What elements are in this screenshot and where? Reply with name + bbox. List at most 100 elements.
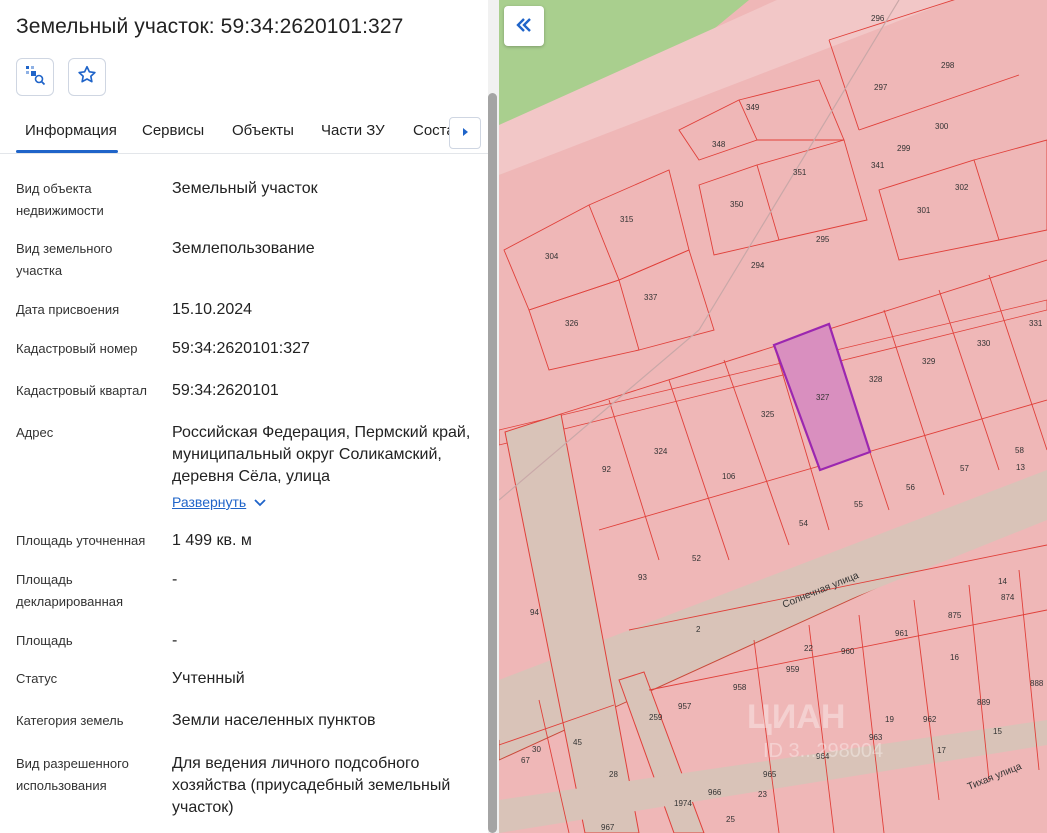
svg-text:874: 874 <box>1001 593 1015 602</box>
svg-text:888: 888 <box>1030 679 1044 688</box>
watermark-text: ЦИАН <box>747 698 845 736</box>
field-value: 15.10.2024 <box>172 301 253 318</box>
svg-text:300: 300 <box>935 122 949 131</box>
svg-text:67: 67 <box>521 756 530 765</box>
svg-text:326: 326 <box>565 319 579 328</box>
svg-text:30: 30 <box>532 745 541 754</box>
svg-text:295: 295 <box>816 235 830 244</box>
svg-text:296: 296 <box>871 14 885 23</box>
tab-parts[interactable]: Части ЗУ <box>321 122 385 139</box>
svg-text:22: 22 <box>804 644 813 653</box>
chevron-down-icon <box>254 494 266 510</box>
svg-text:337: 337 <box>644 293 658 302</box>
svg-text:297: 297 <box>874 83 888 92</box>
svg-text:299: 299 <box>897 144 911 153</box>
svg-text:965: 965 <box>763 770 777 779</box>
map-search-icon <box>23 63 47 92</box>
info-panel: Земельный участок: 59:34:2620101:327 Инф… <box>0 0 488 833</box>
svg-text:302: 302 <box>955 183 969 192</box>
field-label: Дата присвоения <box>16 302 120 317</box>
field-value: Земли населенных пунктов <box>172 712 376 729</box>
page-title: Земельный участок: 59:34:2620101:327 <box>16 15 404 38</box>
favorite-button[interactable] <box>68 58 106 96</box>
map-canvas[interactable]: 296298 297300 349348 351299 341302 30131… <box>499 0 1047 833</box>
cadastral-map[interactable]: 296 298 297 300 349 348 351 299 341 302 301 31… <box>499 0 1047 833</box>
svg-text:13: 13 <box>1016 463 1025 472</box>
svg-text:301: 301 <box>917 206 931 215</box>
svg-text:1974: 1974 <box>674 799 692 808</box>
svg-text:875: 875 <box>948 611 962 620</box>
svg-text:259: 259 <box>649 713 663 722</box>
svg-text:315: 315 <box>620 215 634 224</box>
field-value: Для ведения личного подсобного хозяйства… <box>172 755 451 816</box>
svg-text:350: 350 <box>730 200 744 209</box>
svg-text:966: 966 <box>708 788 722 797</box>
svg-text:55: 55 <box>854 500 863 509</box>
svg-text:16: 16 <box>950 653 959 662</box>
field-label: Площадь декларированная <box>16 572 124 609</box>
svg-text:92: 92 <box>602 465 611 474</box>
field-value: 1 499 кв. м <box>172 532 252 549</box>
field-label: Вид объекта недвижимости <box>16 181 104 218</box>
svg-text:889: 889 <box>977 698 991 707</box>
svg-text:960: 960 <box>841 647 855 656</box>
field-label: Статус <box>16 671 58 686</box>
svg-text:93: 93 <box>638 573 647 582</box>
field-value: - <box>172 571 178 588</box>
svg-text:325: 325 <box>761 410 775 419</box>
svg-text:19: 19 <box>885 715 894 724</box>
svg-text:17: 17 <box>937 746 946 755</box>
svg-text:959: 959 <box>786 665 800 674</box>
svg-text:341: 341 <box>871 161 885 170</box>
svg-text:15: 15 <box>993 727 1002 736</box>
tab-info[interactable]: Информация <box>25 122 117 139</box>
svg-text:45: 45 <box>573 738 582 747</box>
svg-text:348: 348 <box>712 140 726 149</box>
svg-text:52: 52 <box>692 554 701 563</box>
svg-text:106: 106 <box>722 472 736 481</box>
svg-text:294: 294 <box>751 261 765 270</box>
field-label: Категория земель <box>16 713 124 728</box>
svg-text:327: 327 <box>816 393 830 402</box>
map-search-button[interactable] <box>16 58 54 96</box>
svg-text:14: 14 <box>998 577 1007 586</box>
expand-label: Развернуть <box>172 494 247 510</box>
field-label: Вид разрешенного использования <box>16 756 129 793</box>
field-label: Площадь уточненная <box>16 533 146 548</box>
svg-text:957: 957 <box>678 702 692 711</box>
svg-text:58: 58 <box>1015 446 1024 455</box>
field-label: Вид земельного участка <box>16 241 113 278</box>
field-label: Кадастровый квартал <box>16 383 147 398</box>
svg-text:962: 962 <box>923 715 937 724</box>
svg-text:324: 324 <box>654 447 668 456</box>
svg-text:56: 56 <box>906 483 915 492</box>
svg-text:349: 349 <box>746 103 760 112</box>
tab-services[interactable]: Сервисы <box>142 122 204 139</box>
double-chevron-left-icon <box>515 13 533 39</box>
svg-text:961: 961 <box>895 629 909 638</box>
scrollbar-thumb[interactable] <box>488 93 497 833</box>
expand-address-link[interactable]: Развернуть <box>172 494 266 510</box>
svg-text:351: 351 <box>793 168 807 177</box>
tab-objects[interactable]: Объекты <box>232 122 294 139</box>
svg-text:23: 23 <box>758 790 767 799</box>
svg-text:331: 331 <box>1029 319 1043 328</box>
field-value: 59:34:2620101 <box>172 382 279 399</box>
field-value: 59:34:2620101:327 <box>172 340 310 357</box>
svg-text:298: 298 <box>941 61 955 70</box>
collapse-panel-button[interactable] <box>504 6 544 46</box>
field-label: Адрес <box>16 425 54 440</box>
field-label: Площадь <box>16 633 73 648</box>
tabs-next-button[interactable] <box>449 117 481 149</box>
svg-text:2: 2 <box>696 625 701 634</box>
field-value: Учтенный <box>172 670 245 687</box>
field-value: Российская Федерация, Пермский край, мун… <box>172 424 471 485</box>
svg-text:94: 94 <box>530 608 539 617</box>
svg-text:28: 28 <box>609 770 618 779</box>
chevron-right-icon <box>460 124 470 142</box>
svg-text:958: 958 <box>733 683 747 692</box>
svg-text:25: 25 <box>726 815 735 824</box>
svg-text:330: 330 <box>977 339 991 348</box>
field-value: Земельный участок <box>172 180 318 197</box>
svg-text:329: 329 <box>922 357 936 366</box>
